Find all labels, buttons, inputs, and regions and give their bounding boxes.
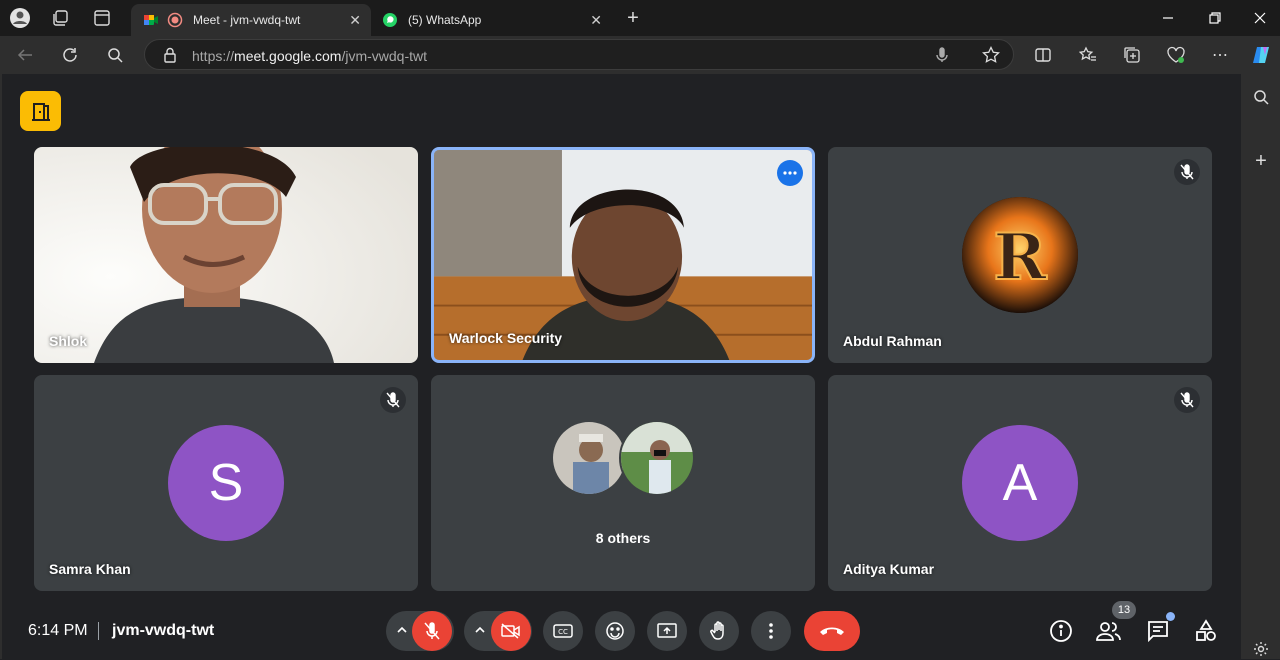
captions-button[interactable]: CC <box>543 611 583 651</box>
more-options-icon[interactable] <box>777 160 803 186</box>
split-screen-icon[interactable] <box>1032 44 1054 66</box>
back-arrow-icon[interactable] <box>14 44 36 66</box>
avatar <box>551 420 627 496</box>
meeting-time: 6:14 PM <box>28 622 88 639</box>
camera-off-button[interactable] <box>491 611 531 651</box>
recording-icon <box>167 12 183 31</box>
muted-mic-icon <box>1174 387 1200 413</box>
participant-name: Shlok <box>49 333 88 349</box>
avatar: R <box>962 197 1078 313</box>
url-field[interactable]: https://meet.google.com/jvm-vwdq-twt <box>144 39 1014 70</box>
microphone-off-button[interactable] <box>412 611 452 651</box>
avatar <box>619 420 695 496</box>
participant-video <box>434 150 812 360</box>
participant-name: Abdul Rahman <box>843 333 942 349</box>
participant-video <box>34 147 418 363</box>
browser-tab-bar: Meet - jvm-vwdq-twt ✕ (5) WhatsApp ✕ + <box>0 0 1280 36</box>
settings-gear-icon[interactable] <box>1250 638 1272 660</box>
tab-title: (5) WhatsApp <box>408 13 482 27</box>
others-count: 8 others <box>595 530 651 546</box>
restore-icon[interactable] <box>1200 6 1230 30</box>
emoji-reactions-button[interactable] <box>595 611 635 651</box>
present-screen-button[interactable] <box>647 611 687 651</box>
participant-name: Aditya Kumar <box>843 561 935 577</box>
close-tab-icon[interactable]: ✕ <box>349 12 361 29</box>
sidebar-search-icon[interactable] <box>1250 86 1272 108</box>
chevron-up-icon[interactable] <box>474 623 486 641</box>
refresh-icon[interactable] <box>59 44 81 66</box>
more-options-icon[interactable]: ⋯ <box>1209 44 1231 66</box>
people-count-badge: 13 <box>1112 601 1136 619</box>
search-icon[interactable] <box>104 44 126 66</box>
meeting-code: jvm-vwdq-twt <box>112 622 215 639</box>
participant-tile-active[interactable]: Warlock Security <box>431 147 815 363</box>
participant-name: Warlock Security <box>449 330 563 346</box>
raise-hand-button[interactable] <box>699 611 739 651</box>
participant-tile[interactable]: R Abdul Rahman <box>828 147 1212 363</box>
muted-mic-icon <box>1174 159 1200 185</box>
close-tab-icon[interactable]: ✕ <box>590 12 602 29</box>
profile-icon[interactable] <box>7 6 33 30</box>
address-bar-row: https://meet.google.com/jvm-vwdq-twt ⋯ <box>0 36 1280 74</box>
muted-mic-icon <box>380 387 406 413</box>
others-tile[interactable]: 8 others <box>431 375 815 591</box>
browser-sidebar: + <box>1241 74 1280 659</box>
divider <box>98 622 99 640</box>
avatar: A <box>962 425 1078 541</box>
participant-tile[interactable]: S Samra Khan <box>34 375 418 591</box>
chevron-up-icon[interactable] <box>396 623 408 641</box>
leave-call-button[interactable] <box>804 611 860 651</box>
participant-name: Samra Khan <box>49 561 131 577</box>
notification-dot <box>1166 612 1175 621</box>
control-bar: 6:14 PM jvm-vwdq-twt CC 13 <box>2 601 1243 659</box>
participant-tile[interactable]: Shlok <box>34 147 418 363</box>
microphone-icon[interactable] <box>935 47 949 68</box>
tab-whatsapp[interactable]: (5) WhatsApp ✕ <box>372 4 612 36</box>
new-tab-icon[interactable]: + <box>620 6 646 30</box>
minimize-icon[interactable] <box>1153 6 1183 30</box>
more-options-button[interactable] <box>751 611 791 651</box>
activities-icon[interactable] <box>1193 618 1219 644</box>
sidebar-add-icon[interactable]: + <box>1250 150 1272 172</box>
url-text: https://meet.google.com/jvm-vwdq-twt <box>192 48 427 64</box>
svg-text:R: R <box>993 220 1047 295</box>
svg-text:CC: CC <box>558 628 568 636</box>
participant-tile[interactable]: A Aditya Kumar <box>828 375 1212 591</box>
tab-meet[interactable]: Meet - jvm-vwdq-twt ✕ <box>131 4 371 36</box>
meet-favicon-icon <box>143 12 159 31</box>
lock-icon[interactable] <box>163 47 177 68</box>
favorite-star-icon[interactable] <box>982 45 1000 69</box>
whatsapp-favicon-icon <box>382 12 398 31</box>
browser-essentials-icon[interactable] <box>1165 44 1187 66</box>
close-window-icon[interactable] <box>1245 6 1275 30</box>
tab-actions-icon[interactable] <box>89 6 115 30</box>
copilot-icon[interactable] <box>1251 44 1273 66</box>
meet-content: Shlok Warlock Security R Abdul Rahman S … <box>0 74 1241 659</box>
people-icon[interactable] <box>1096 618 1122 644</box>
collections-icon[interactable] <box>1121 44 1143 66</box>
avatar: S <box>168 425 284 541</box>
workspaces-icon[interactable] <box>48 6 74 30</box>
chat-icon[interactable] <box>1145 612 1175 644</box>
meeting-logo-icon[interactable] <box>20 91 61 131</box>
meeting-info-icon[interactable] <box>1048 618 1074 644</box>
tab-title: Meet - jvm-vwdq-twt <box>193 13 301 27</box>
favorites-icon[interactable] <box>1077 44 1099 66</box>
